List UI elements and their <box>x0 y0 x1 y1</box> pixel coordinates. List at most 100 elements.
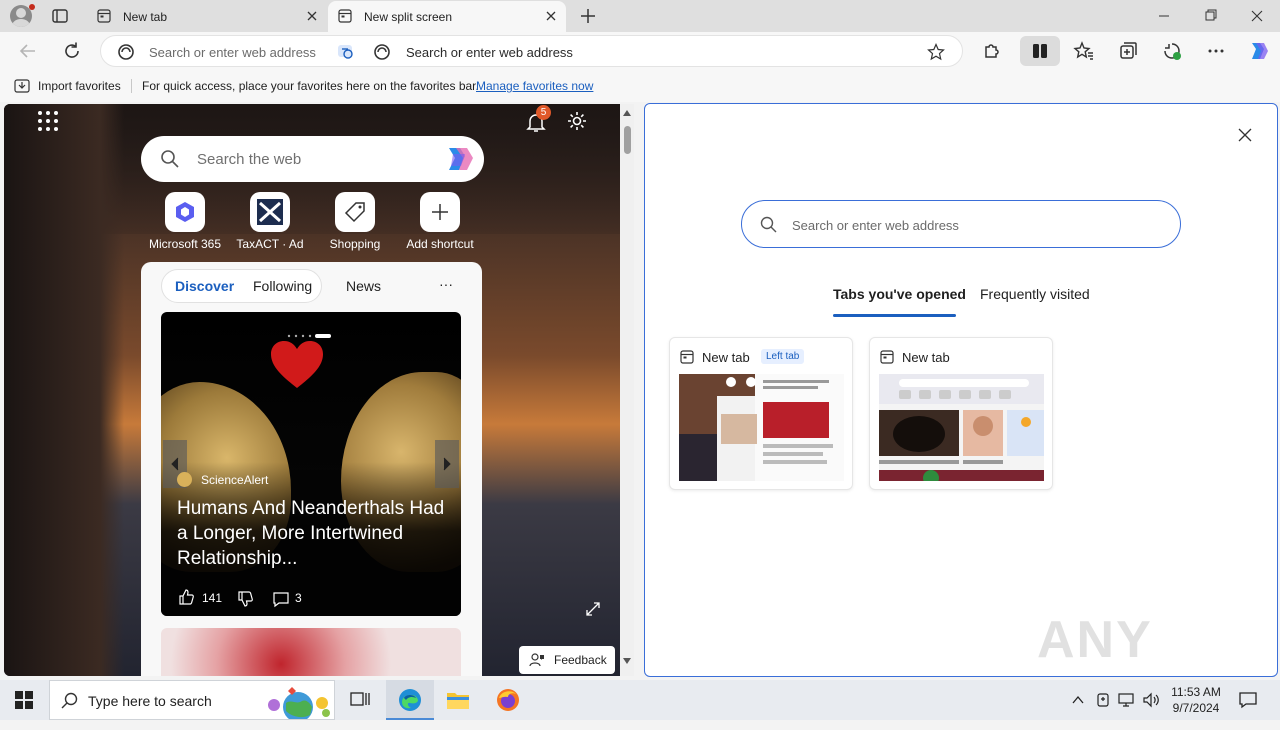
manage-favorites-link[interactable]: Manage favorites now <box>476 79 593 93</box>
scroll-thumb[interactable] <box>624 126 631 154</box>
taskbar-firefox-button[interactable] <box>484 680 532 720</box>
back-arrow-icon[interactable] <box>16 39 40 63</box>
expand-icon[interactable] <box>585 601 601 617</box>
navigation-bar: Search or enter web address Search or en… <box>0 32 1280 70</box>
extensions-puzzle-icon[interactable] <box>980 39 1004 63</box>
heart-image <box>271 341 323 388</box>
address-bar[interactable]: Search or enter web address Search or en… <box>100 35 963 67</box>
opened-tab-card[interactable]: New tab <box>869 337 1053 490</box>
split-screen-link-icon[interactable] <box>337 43 357 61</box>
dislike-thumb-icon[interactable] <box>236 590 254 608</box>
network-icon[interactable] <box>1118 692 1136 708</box>
notification-count-badge: 5 <box>536 105 551 120</box>
comment-count: 3 <box>295 591 302 605</box>
search-highlight-image <box>268 687 330 719</box>
import-favorites-button[interactable]: Import favorites <box>38 79 121 93</box>
minimize-button[interactable] <box>1141 0 1187 32</box>
import-favorites-icon <box>14 79 30 93</box>
close-window-button[interactable] <box>1234 0 1280 32</box>
like-thumb-icon[interactable] <box>177 588 195 606</box>
like-count: 141 <box>202 591 223 605</box>
favorites-divider <box>131 79 132 93</box>
tab-page-icon <box>97 9 111 23</box>
feedback-icon <box>529 653 544 667</box>
split-search-input[interactable]: Search or enter web address <box>792 218 959 233</box>
tab-new-tab[interactable]: New tab <box>87 1 327 32</box>
tab-tabs-opened[interactable]: Tabs you've opened <box>833 286 966 302</box>
taxact-icon <box>257 199 283 225</box>
favorite-star-icon[interactable] <box>927 43 945 61</box>
source-logo-icon <box>177 472 192 487</box>
left-pane-scrollbar[interactable] <box>620 104 634 676</box>
clock-time: 11:53 AM <box>1171 685 1221 699</box>
clock-date: 9/7/2024 <box>1172 701 1220 715</box>
favorites-star-list-icon[interactable] <box>1072 39 1096 63</box>
action-center-notification-icon[interactable] <box>1238 691 1258 709</box>
split-search-box[interactable]: Search or enter web address <box>741 200 1181 248</box>
volume-icon[interactable] <box>1142 692 1160 708</box>
restore-button[interactable] <box>1187 0 1233 32</box>
tab-following[interactable]: Following <box>253 278 312 294</box>
shortcut-taxact[interactable]: TaxACT · Ad <box>225 192 315 251</box>
new-tab-plus-icon[interactable] <box>578 6 598 26</box>
taskbar-file-explorer-button[interactable] <box>434 680 482 720</box>
system-clock[interactable]: 11:53 AM 9/7/2024 <box>1166 684 1226 716</box>
web-search-input[interactable]: Search the web <box>197 151 301 168</box>
right-address-input[interactable]: Search or enter web address <box>406 45 573 60</box>
feedback-button[interactable]: Feedback <box>519 646 615 674</box>
carousel-next-button[interactable] <box>435 440 459 488</box>
tab-discover[interactable]: Discover <box>175 278 234 294</box>
shortcut-microsoft-365[interactable]: Microsoft 365 <box>140 192 230 251</box>
tab-page-icon <box>880 350 894 364</box>
tab-title: New split screen <box>364 10 453 24</box>
collections-icon[interactable] <box>1116 39 1140 63</box>
profile-alert-dot <box>29 4 35 10</box>
opened-tab-card[interactable]: New tab Left tab <box>669 337 853 490</box>
device-status-icon[interactable] <box>1095 691 1111 709</box>
scroll-down-arrow-icon[interactable] <box>623 658 631 664</box>
windows-start-icon[interactable] <box>15 691 33 709</box>
tab-strip: New tab New split screen <box>0 0 1280 32</box>
tab-news[interactable]: News <box>346 278 381 294</box>
favorites-hint-text: For quick access, place your favorites h… <box>142 79 479 93</box>
news-card-2-image[interactable] <box>161 628 461 676</box>
refresh-icon[interactable] <box>60 39 84 63</box>
tab-actions-menu-icon[interactable] <box>50 6 70 26</box>
taskbar-search-input[interactable]: Type here to search <box>88 693 212 709</box>
hero-headline[interactable]: Humans And Neanderthals Had a Longer, Mo… <box>177 496 447 571</box>
split-screen-button[interactable] <box>1020 36 1060 66</box>
browser-essentials-icon[interactable] <box>1160 39 1184 63</box>
show-hidden-icons-chevron-icon[interactable] <box>1072 695 1084 705</box>
scroll-up-arrow-icon[interactable] <box>623 110 631 116</box>
active-tab-indicator <box>833 314 956 317</box>
add-shortcut-button[interactable]: Add shortcut <box>395 192 485 251</box>
left-split-pane: 5 Search the web Microsoft 365 TaxACT · … <box>4 104 621 676</box>
tab-new-split-screen[interactable]: New split screen <box>328 1 566 32</box>
copilot-icon[interactable] <box>1246 39 1270 63</box>
feed-more-icon[interactable]: ··· <box>439 276 453 292</box>
app-launcher-grid-icon[interactable] <box>37 110 59 132</box>
close-tab-icon[interactable] <box>305 9 319 23</box>
taskbar-edge-button[interactable] <box>386 680 434 720</box>
tab-thumbnail <box>879 374 1044 481</box>
folder-icon <box>447 693 469 709</box>
edge-browser-icon <box>399 689 421 711</box>
taskbar-search-box[interactable]: Type here to search <box>49 680 335 720</box>
settings-gear-icon[interactable] <box>565 109 589 133</box>
left-address-input[interactable]: Search or enter web address <box>149 45 316 60</box>
comment-icon[interactable] <box>272 590 290 608</box>
web-search-box[interactable]: Search the web <box>141 136 484 182</box>
close-split-icon[interactable] <box>1237 127 1253 143</box>
news-feed-card: Discover Following News ··· ScienceAlert… <box>141 262 482 676</box>
hero-news-card[interactable]: ScienceAlert Humans And Neanderthals Had… <box>161 312 461 616</box>
hero-source[interactable]: ScienceAlert <box>201 473 268 487</box>
shopping-tag-icon <box>344 202 365 223</box>
close-tab-icon[interactable] <box>544 9 558 23</box>
search-icon <box>760 216 777 233</box>
shortcut-label: TaxACT · Ad <box>236 237 304 251</box>
copilot-icon[interactable] <box>443 144 475 174</box>
task-view-icon[interactable] <box>350 691 370 709</box>
shortcut-shopping[interactable]: Shopping <box>310 192 400 251</box>
tab-frequently-visited[interactable]: Frequently visited <box>980 286 1090 302</box>
more-options-icon[interactable] <box>1204 39 1228 63</box>
